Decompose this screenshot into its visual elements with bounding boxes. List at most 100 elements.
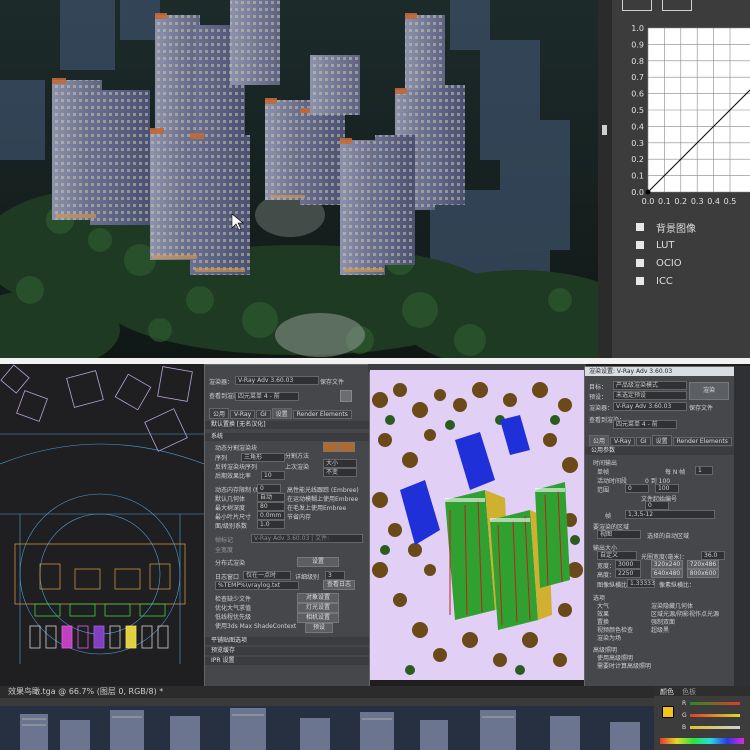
preset-size-button[interactable]: 720x486 — [687, 560, 719, 569]
reverse-checkbox[interactable]: 反转渲染块序列 — [215, 462, 257, 471]
tab-common[interactable]: 公用 — [209, 408, 230, 419]
renderer-select[interactable]: V-Ray Adv 3.60.03 — [613, 402, 687, 411]
object-settings-button[interactable]: 对象设置 — [297, 593, 339, 603]
super-black-checkbox[interactable]: 超级黑 — [651, 625, 669, 634]
preset-size-button[interactable]: 640x480 — [651, 569, 683, 578]
tab-common[interactable]: 公用 — [589, 435, 610, 446]
channel-g-slider[interactable] — [690, 714, 740, 717]
frames-input[interactable]: 1,3,5-12 — [625, 510, 715, 519]
save-file-checkbox[interactable]: 保存文件 — [320, 377, 344, 386]
low-thread-priority-checkbox[interactable]: 低线程优先级 — [215, 612, 251, 621]
tab-swatches[interactable]: 色板 — [682, 687, 696, 697]
swatch-box[interactable] — [622, 0, 652, 11]
section-common-params[interactable]: 公用参数 — [585, 447, 735, 455]
tab-gi[interactable]: GI — [256, 410, 271, 419]
view-select[interactable]: 四元菜单 4 - 前 — [613, 420, 677, 429]
view-select[interactable]: 四元菜单 4 - 前 — [235, 392, 299, 401]
compute-advanced-lighting-checkbox[interactable]: 需要时计算高级照明 — [597, 661, 651, 670]
tab-render-elements[interactable]: Render Elements — [672, 437, 732, 446]
section-system[interactable]: 系统 — [205, 433, 369, 441]
section-ipr-settings[interactable]: IPR 设置 — [205, 657, 369, 665]
tab-vray[interactable]: V-Ray — [230, 410, 256, 419]
lock-icon[interactable] — [340, 390, 352, 402]
full-width-checkbox[interactable]: 全宽度 — [215, 545, 233, 554]
output-size-select[interactable]: 自定义 — [597, 551, 637, 560]
3d-viewport[interactable] — [370, 370, 584, 680]
memory-input[interactable]: 0 — [257, 484, 281, 493]
section-preview-cache[interactable]: 预览缓存 — [205, 647, 369, 655]
max-tree-input[interactable]: 80 — [257, 502, 285, 511]
layer-item-lut[interactable]: LUT — [612, 236, 750, 254]
frame-stamp-input[interactable]: V-Ray Adv 3.60.03 | 文件: %filename — [251, 534, 363, 543]
tab-gi[interactable]: GI — [636, 437, 651, 446]
sequence-select[interactable]: 三角形 — [241, 453, 285, 462]
distributed-render-checkbox[interactable]: 分布式渲染 — [215, 558, 245, 567]
cad-plan-viewport[interactable] — [0, 364, 204, 686]
section-tiled-texture[interactable]: 平铺贴图选项 — [205, 637, 369, 645]
width-input[interactable]: 3000 — [615, 560, 641, 569]
range-from-input[interactable]: 0 — [625, 484, 649, 493]
split-select[interactable]: 大小 — [323, 459, 357, 468]
shade-context-checkbox[interactable]: 使用3ds Max ShadeContext — [215, 621, 296, 630]
preset-l-button[interactable] — [323, 442, 339, 452]
check-missing-files-checkbox[interactable]: 检查缺少文件 — [215, 594, 251, 603]
embree-checkbox[interactable]: 高性能光线跟踪 (Embree) — [287, 485, 359, 494]
presets-button[interactable]: 预设 — [305, 623, 333, 633]
checkbox[interactable] — [636, 223, 644, 231]
height-input[interactable]: 2250 — [615, 569, 641, 578]
dynamic-tiles-checkbox[interactable]: 动态分割渲染块 — [215, 443, 257, 452]
camera-settings-button[interactable]: 相机设置 — [297, 613, 339, 623]
preset-size-button[interactable]: 320x240 — [651, 560, 683, 569]
distributed-settings-button[interactable]: 设置 — [297, 557, 339, 567]
channel-b-slider[interactable] — [690, 726, 740, 729]
curve-editor[interactable]: 1.0 0.9 0.8 0.7 0.6 0.5 0.4 0.3 0.2 0.1 0.0 0.0 0.1 0… — [612, 20, 750, 210]
renderer-select[interactable]: V-Ray Adv 3.60.03 — [235, 376, 319, 385]
prev-render-select[interactable]: 不变 — [323, 468, 357, 477]
layer-item-icc[interactable]: ICC — [612, 272, 750, 290]
min-leaf-input[interactable]: 0.0mm — [257, 511, 285, 520]
aperture-input[interactable]: 36.0 — [701, 551, 725, 560]
range-radio[interactable]: 范围 — [597, 485, 609, 494]
light-settings-button[interactable]: 灯光设置 — [297, 603, 339, 613]
aspect-input[interactable]: 1.33333 — [627, 579, 655, 588]
photoshop-canvas[interactable] — [0, 706, 654, 750]
tab-color[interactable]: 颜色 — [660, 687, 674, 697]
checkbox[interactable] — [636, 241, 644, 249]
frame-stamp-checkbox[interactable]: 帧标记 — [215, 535, 233, 544]
checkbox[interactable] — [636, 277, 644, 285]
layer-item-ocio[interactable]: OCIO — [612, 254, 750, 272]
document-tab[interactable]: 效果鸟瞰.tga @ 66.7% (图层 0, RGB/8) * — [0, 686, 654, 698]
checkbox[interactable] — [636, 259, 644, 267]
frames-radio[interactable]: 帧 — [605, 511, 611, 520]
every-n-input[interactable]: 1 — [695, 466, 713, 475]
auto-region-checkbox[interactable]: 选择的自动区域 — [647, 531, 689, 540]
single-frame-radio[interactable]: 单帧 — [597, 467, 609, 476]
embree-hair-checkbox[interactable]: 在毛发上使用Embree — [287, 503, 346, 512]
area-select[interactable]: 视图 — [597, 530, 641, 539]
tab-settings[interactable]: 设置 — [651, 435, 672, 446]
embree-motion-checkbox[interactable]: 在运动模糊上使用Embree — [287, 494, 358, 503]
tab-render-elements[interactable]: Render Elements — [292, 410, 352, 419]
preset-select[interactable]: 未选定预设 — [613, 391, 687, 400]
layer-item-background[interactable]: 背景图像 — [612, 218, 750, 236]
render-button[interactable]: 渲染 — [689, 382, 729, 400]
save-file-checkbox[interactable]: 保存文件 — [689, 403, 713, 412]
foreground-color-swatch[interactable] — [662, 706, 674, 718]
swatch-box[interactable] — [662, 0, 692, 11]
render-fields-checkbox[interactable]: 渲染为场 — [597, 633, 621, 642]
log-path-input[interactable]: %TEMP%\vraylog.txt — [215, 581, 299, 590]
face-level-input[interactable]: 1.0 — [257, 520, 285, 529]
save-memory-checkbox[interactable]: 节省内存 — [287, 512, 311, 521]
tab-settings[interactable]: 设置 — [271, 408, 292, 419]
preset-l-button[interactable] — [339, 442, 355, 452]
spectrum-bar[interactable] — [660, 738, 744, 744]
detail-level-input[interactable]: 3 — [325, 571, 345, 580]
post-effects-input[interactable]: 10 — [261, 471, 285, 480]
view-log-button[interactable]: 查看日志 — [323, 580, 355, 590]
scroll-thumb[interactable] — [602, 125, 607, 135]
range-to-input[interactable]: 100 — [655, 484, 679, 493]
curve-graph[interactable]: 1.00.90.80.70.60.50.40.30.20.10.00.0 0.1 0… — [612, 20, 750, 210]
channel-r-slider[interactable] — [690, 702, 740, 705]
section-default-displacement[interactable]: 默认置换 [无名汉化] — [205, 421, 369, 429]
log-window-select[interactable]: 仅在一点时 — [243, 571, 291, 580]
